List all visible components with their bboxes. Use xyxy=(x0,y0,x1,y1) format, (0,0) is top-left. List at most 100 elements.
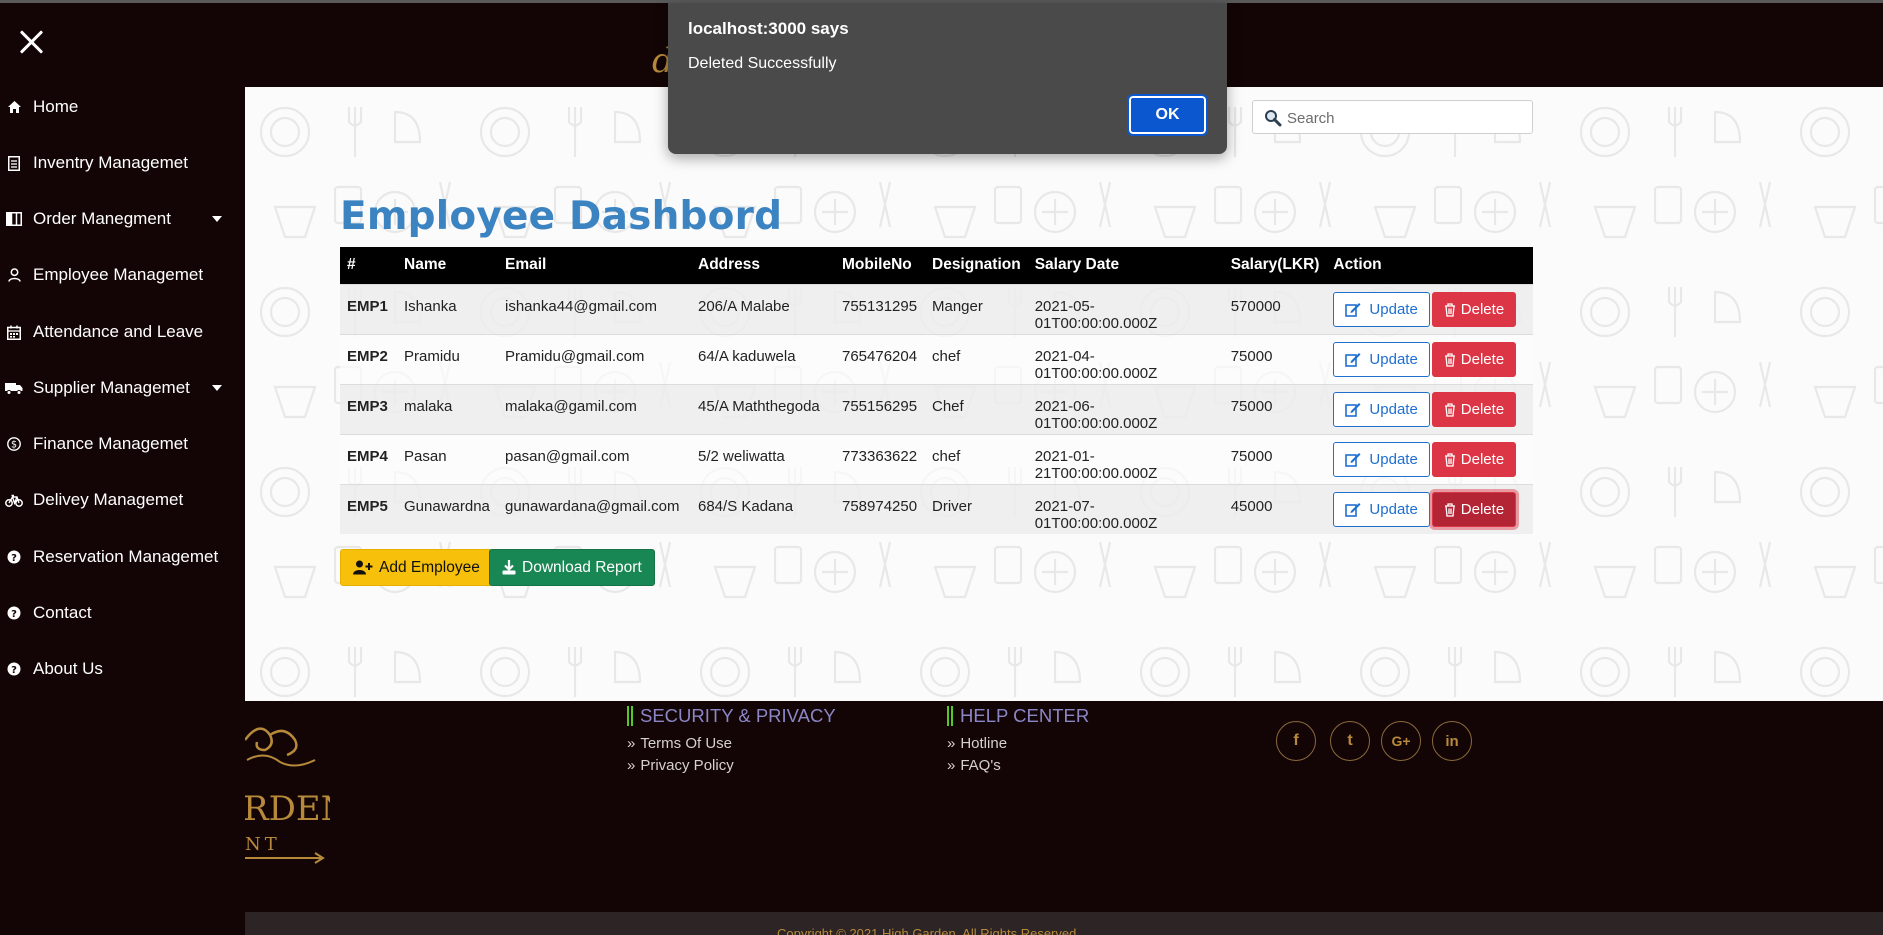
sidebar-item-attendance[interactable]: Attendance and Leave xyxy=(0,314,245,350)
footer-section-title: HELP CENTER xyxy=(947,705,1089,727)
column-header: MobileNo xyxy=(835,247,925,284)
download-report-button[interactable]: Download Report xyxy=(489,549,655,586)
table-header-row: # Name Email Address MobileNo Designatio… xyxy=(340,247,1533,284)
double-chevron-right-icon: » xyxy=(947,735,956,752)
search-input[interactable] xyxy=(1287,107,1522,129)
update-button[interactable]: Update xyxy=(1333,391,1430,427)
employee-id: EMP1 xyxy=(340,283,397,334)
close-icon[interactable] xyxy=(18,29,46,57)
double-chevron-right-icon: » xyxy=(627,735,636,752)
column-header: Action xyxy=(1326,247,1533,284)
sidebar-item-label: Delivey Managemet xyxy=(33,490,184,509)
column-header: Salary(LKR) xyxy=(1223,247,1327,284)
employee-name-link[interactable]: malaka xyxy=(397,383,498,434)
svg-text:?: ? xyxy=(11,553,17,564)
hotline-link[interactable]: » Hotline xyxy=(947,735,1089,752)
sidebar-item-inventory[interactable]: Inventry Managemet xyxy=(0,145,245,181)
google-plus-icon[interactable]: G+ xyxy=(1381,721,1421,761)
update-button[interactable]: Update xyxy=(1333,441,1430,477)
trash-icon xyxy=(1444,502,1455,517)
sidebar-item-about[interactable]: ? About Us xyxy=(0,651,245,687)
table-row: EMP1 Ishanka ishanka44@gmail.com 206/A M… xyxy=(340,283,1533,334)
sidebar-item-label: Employee Managemet xyxy=(33,265,204,284)
dollar-circle-icon: $ xyxy=(0,437,33,451)
add-employee-button[interactable]: Add Employee xyxy=(340,549,493,586)
employee-salary: 570000 xyxy=(1223,283,1327,334)
employee-address: 45/A Maththegoda xyxy=(691,383,835,434)
alert-dialog: localhost:3000 says Deleted Successfully… xyxy=(668,3,1227,154)
employee-email: pasan@gmail.com xyxy=(498,433,691,484)
update-button[interactable]: Update xyxy=(1333,291,1430,327)
update-label: Update xyxy=(1369,450,1418,468)
edit-icon xyxy=(1345,502,1361,517)
sidebar-item-supplier[interactable]: Supplier Managemet xyxy=(0,370,245,406)
sidebar-item-order[interactable]: Order Manegment xyxy=(0,201,245,237)
sidebar-item-reservation[interactable]: ? Reservation Managemet xyxy=(0,539,245,575)
sidebar-item-label: Contact xyxy=(33,603,92,622)
employee-salary-date: 2021-01-21T00:00:00.000Z xyxy=(1027,433,1224,484)
ok-button[interactable]: OK xyxy=(1127,94,1208,136)
sidebar-item-delivery[interactable]: Delivey Managemet xyxy=(0,482,245,518)
sidebar-item-label: Order Manegment xyxy=(33,209,171,228)
employee-id: EMP2 xyxy=(340,333,397,384)
copyright-text: Copyright © 2021 High Garden. All Rights… xyxy=(777,926,1077,935)
delete-button[interactable]: Delete xyxy=(1431,342,1517,377)
user-plus-icon xyxy=(353,560,373,575)
footer-logo: RDEN NT xyxy=(245,720,330,870)
sidebar-item-employee[interactable]: Employee Managemet xyxy=(0,257,245,293)
sidebar-item-label: Home xyxy=(33,97,79,116)
chevron-down-icon[interactable] xyxy=(212,216,222,222)
chevron-down-icon[interactable] xyxy=(212,385,222,391)
dialog-title: localhost:3000 says xyxy=(688,19,849,38)
employee-salary: 45000 xyxy=(1223,483,1327,534)
facebook-icon[interactable]: f xyxy=(1276,721,1316,761)
search-icon xyxy=(1265,110,1282,127)
delete-button[interactable]: Delete xyxy=(1431,442,1517,477)
employee-salary-date: 2021-05-01T00:00:00.000Z xyxy=(1027,283,1224,334)
update-button[interactable]: Update xyxy=(1333,491,1430,527)
employee-salary-date: 2021-04-01T00:00:00.000Z xyxy=(1027,333,1224,384)
question-circle-icon: ? xyxy=(0,606,33,620)
trash-icon xyxy=(1444,352,1455,367)
sidebar-item-home[interactable]: Home xyxy=(0,89,245,125)
sidebar-item-label: About Us xyxy=(33,659,103,678)
sidebar-item-label: Attendance and Leave xyxy=(33,322,204,341)
delete-label: Delete xyxy=(1460,451,1505,468)
employee-salary: 75000 xyxy=(1223,333,1327,384)
privacy-policy-link[interactable]: » Privacy Policy xyxy=(627,757,836,774)
update-button[interactable]: Update xyxy=(1333,341,1430,377)
linkedin-icon[interactable]: in xyxy=(1432,721,1472,761)
double-chevron-right-icon: » xyxy=(947,757,956,774)
twitter-icon[interactable]: t xyxy=(1330,721,1370,761)
sidebar-item-finance[interactable]: $ Finance Managemet xyxy=(0,426,245,462)
faq-link[interactable]: » FAQ's xyxy=(947,757,1089,774)
svg-text:?: ? xyxy=(11,609,17,620)
terms-of-use-link[interactable]: » Terms Of Use xyxy=(627,735,836,752)
employee-name-link[interactable]: Gunawardna xyxy=(397,483,498,534)
employee-name-link[interactable]: Ishanka xyxy=(397,283,498,334)
employee-id: EMP3 xyxy=(340,383,397,434)
employee-mobile: 765476204 xyxy=(835,333,925,384)
trash-icon xyxy=(1444,302,1455,317)
footer-logo-text: NT xyxy=(245,834,281,855)
delete-button[interactable]: Delete xyxy=(1431,492,1517,527)
question-circle-icon: ? xyxy=(0,550,33,564)
employee-email: gunawardana@gmail.com xyxy=(498,483,691,534)
svg-text:?: ? xyxy=(11,665,17,676)
employee-email: Pramidu@gmail.com xyxy=(498,333,691,384)
column-header: Designation xyxy=(925,247,1028,284)
employee-designation: Driver xyxy=(925,483,1028,534)
employee-name-link[interactable]: Pasan xyxy=(397,433,498,484)
employee-mobile: 755131295 xyxy=(835,283,925,334)
delete-button[interactable]: Delete xyxy=(1431,392,1517,427)
delete-button[interactable]: Delete xyxy=(1431,292,1517,327)
update-label: Update xyxy=(1369,350,1418,368)
edit-icon xyxy=(1345,352,1361,367)
employee-mobile: 773363622 xyxy=(835,433,925,484)
search-box[interactable] xyxy=(1252,100,1533,134)
sidebar-item-contact[interactable]: ? Contact xyxy=(0,595,245,631)
user-icon xyxy=(0,268,33,282)
row-actions: Update Delete xyxy=(1326,333,1533,384)
trash-icon xyxy=(1444,402,1455,417)
employee-name-link[interactable]: Pramidu xyxy=(397,333,498,384)
